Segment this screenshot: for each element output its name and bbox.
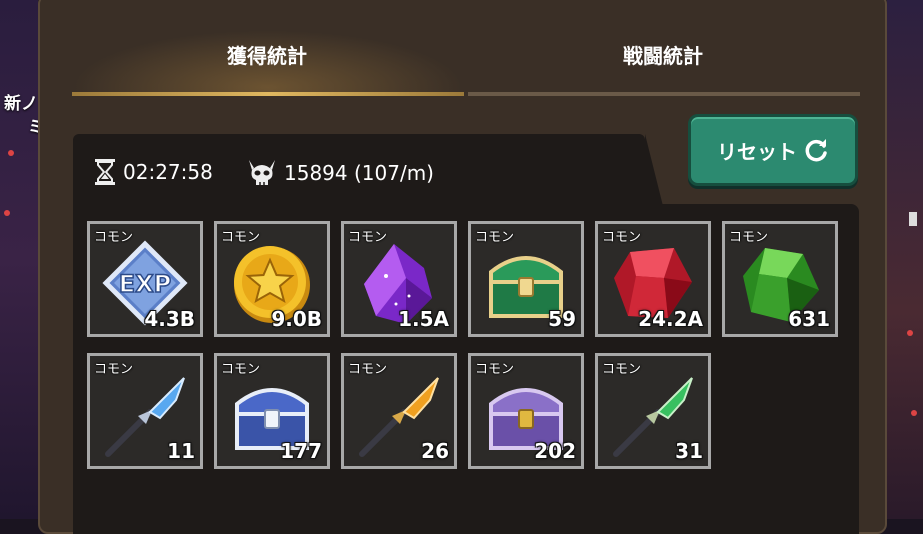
background-decoration xyxy=(8,150,14,156)
tab-acquisition-stats[interactable]: 獲得統計 xyxy=(72,40,462,69)
reset-button[interactable]: リセット xyxy=(688,114,858,186)
background-right xyxy=(887,0,923,519)
reset-button-label: リセット xyxy=(717,139,797,164)
rarity-label: コモン xyxy=(94,230,134,245)
svg-text:EXP: EXP xyxy=(119,270,172,298)
item-quantity: 59 xyxy=(548,307,576,331)
rarity-label: コモン xyxy=(221,362,261,377)
tab-underline-active xyxy=(72,92,464,96)
refresh-icon xyxy=(805,139,827,162)
rarity-label: コモン xyxy=(602,362,642,377)
background-decoration xyxy=(909,212,917,226)
item-quantity: 177 xyxy=(280,439,322,463)
item-quantity: 11 xyxy=(167,439,195,463)
background-left xyxy=(0,0,38,519)
background-decoration xyxy=(4,210,10,216)
kill-count: 15894 (107/m) xyxy=(246,158,434,188)
background-decoration xyxy=(911,410,917,416)
rarity-label: コモン xyxy=(94,362,134,377)
item-quantity: 202 xyxy=(534,439,576,463)
item-slot[interactable]: コモン 24.2A xyxy=(595,221,711,337)
item-slot[interactable]: コモン 11 xyxy=(87,353,203,469)
item-quantity: 4.3B xyxy=(144,307,195,331)
rarity-label: コモン xyxy=(475,230,515,245)
rarity-label: コモン xyxy=(729,230,769,245)
rarity-label: コモン xyxy=(348,230,388,245)
item-quantity: 31 xyxy=(675,439,703,463)
background-decoration xyxy=(907,330,913,336)
demon-skull-icon xyxy=(249,160,275,185)
item-quantity: 631 xyxy=(788,307,830,331)
elapsed-time-value: 02:27:58 xyxy=(123,160,213,184)
item-slot[interactable]: EXP コモン 4.3B xyxy=(87,221,203,337)
item-slot[interactable]: コモン 202 xyxy=(468,353,584,469)
item-slot[interactable]: コモン 59 xyxy=(468,221,584,337)
item-slot[interactable]: コモン 31 xyxy=(595,353,711,469)
elapsed-time: 02:27:58 xyxy=(93,158,213,186)
item-slot[interactable]: コモン 631 xyxy=(722,221,838,337)
rarity-label: コモン xyxy=(475,362,515,377)
item-quantity: 24.2A xyxy=(638,307,703,331)
item-slot[interactable]: コモン 1.5A xyxy=(341,221,457,337)
rarity-label: コモン xyxy=(348,362,388,377)
tab-battle-stats[interactable]: 戦闘統計 xyxy=(468,40,858,69)
rarity-label: コモン xyxy=(602,230,642,245)
item-quantity: 9.0B xyxy=(271,307,322,331)
item-quantity: 26 xyxy=(421,439,449,463)
item-slot[interactable]: コモン 9.0B xyxy=(214,221,330,337)
hourglass-icon xyxy=(95,159,115,185)
item-slot[interactable]: コモン 177 xyxy=(214,353,330,469)
item-quantity: 1.5A xyxy=(398,307,449,331)
item-slot[interactable]: コモン 26 xyxy=(341,353,457,469)
rarity-label: コモン xyxy=(221,230,261,245)
tab-underline-inactive xyxy=(468,92,860,96)
kill-count-value: 15894 (107/m) xyxy=(284,161,434,185)
